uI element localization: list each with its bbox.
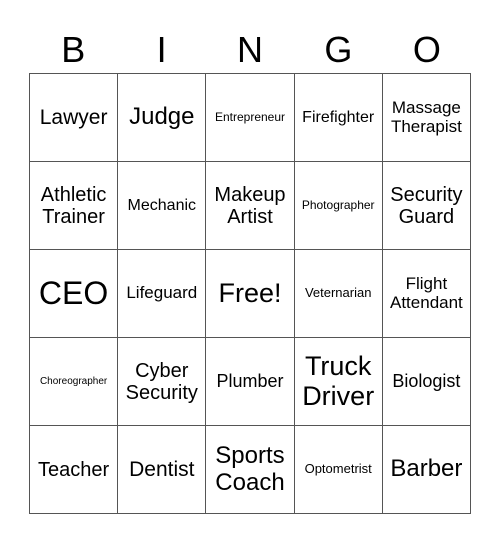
bingo-cell[interactable]: Photographer [294, 162, 383, 250]
bingo-cell[interactable]: CEO [30, 250, 119, 338]
bingo-cell[interactable]: Sports Coach [206, 426, 295, 514]
bingo-cell[interactable]: Mechanic [118, 162, 207, 250]
bingo-cell[interactable]: Cyber Security [118, 338, 207, 426]
bingo-cell[interactable]: Barber [382, 426, 471, 514]
bingo-cell[interactable]: Veternarian [294, 250, 383, 338]
bingo-cell[interactable]: Massage Therapist [382, 74, 471, 162]
bingo-cell[interactable]: Plumber [206, 338, 295, 426]
bingo-cell[interactable]: Choreographer [30, 338, 119, 426]
bingo-cell[interactable]: Optometrist [294, 426, 383, 514]
header-letter-i: I [156, 29, 167, 70]
bingo-cell[interactable]: Entrepreneur [206, 74, 295, 162]
bingo-cell[interactable]: Makeup Artist [206, 162, 295, 250]
header-letter-b: B [61, 29, 86, 70]
bingo-cell[interactable]: Dentist [118, 426, 207, 514]
header-letter-g: G [324, 29, 353, 70]
bingo-cell[interactable]: Flight Attendant [382, 250, 471, 338]
bingo-cell[interactable]: Judge [118, 74, 207, 162]
bingo-cell[interactable]: Athletic Trainer [30, 162, 119, 250]
header-letter-n: N [237, 29, 264, 70]
bingo-cell[interactable]: Firefighter [294, 74, 383, 162]
bingo-cell[interactable]: Truck Driver [294, 338, 383, 426]
bingo-cell[interactable]: Security Guard [382, 162, 471, 250]
free-space-cell[interactable]: Free! [206, 250, 295, 338]
bingo-cell[interactable]: Teacher [30, 426, 119, 514]
bingo-grid: Lawyer Judge Entrepreneur Firefighter Ma… [29, 73, 471, 514]
header-letter-o: O [412, 29, 441, 70]
bingo-cell[interactable]: Lawyer [30, 74, 119, 162]
bingo-cell[interactable]: Biologist [382, 338, 471, 426]
bingo-header: B I N G O [29, 30, 471, 70]
bingo-cell[interactable]: Lifeguard [118, 250, 207, 338]
